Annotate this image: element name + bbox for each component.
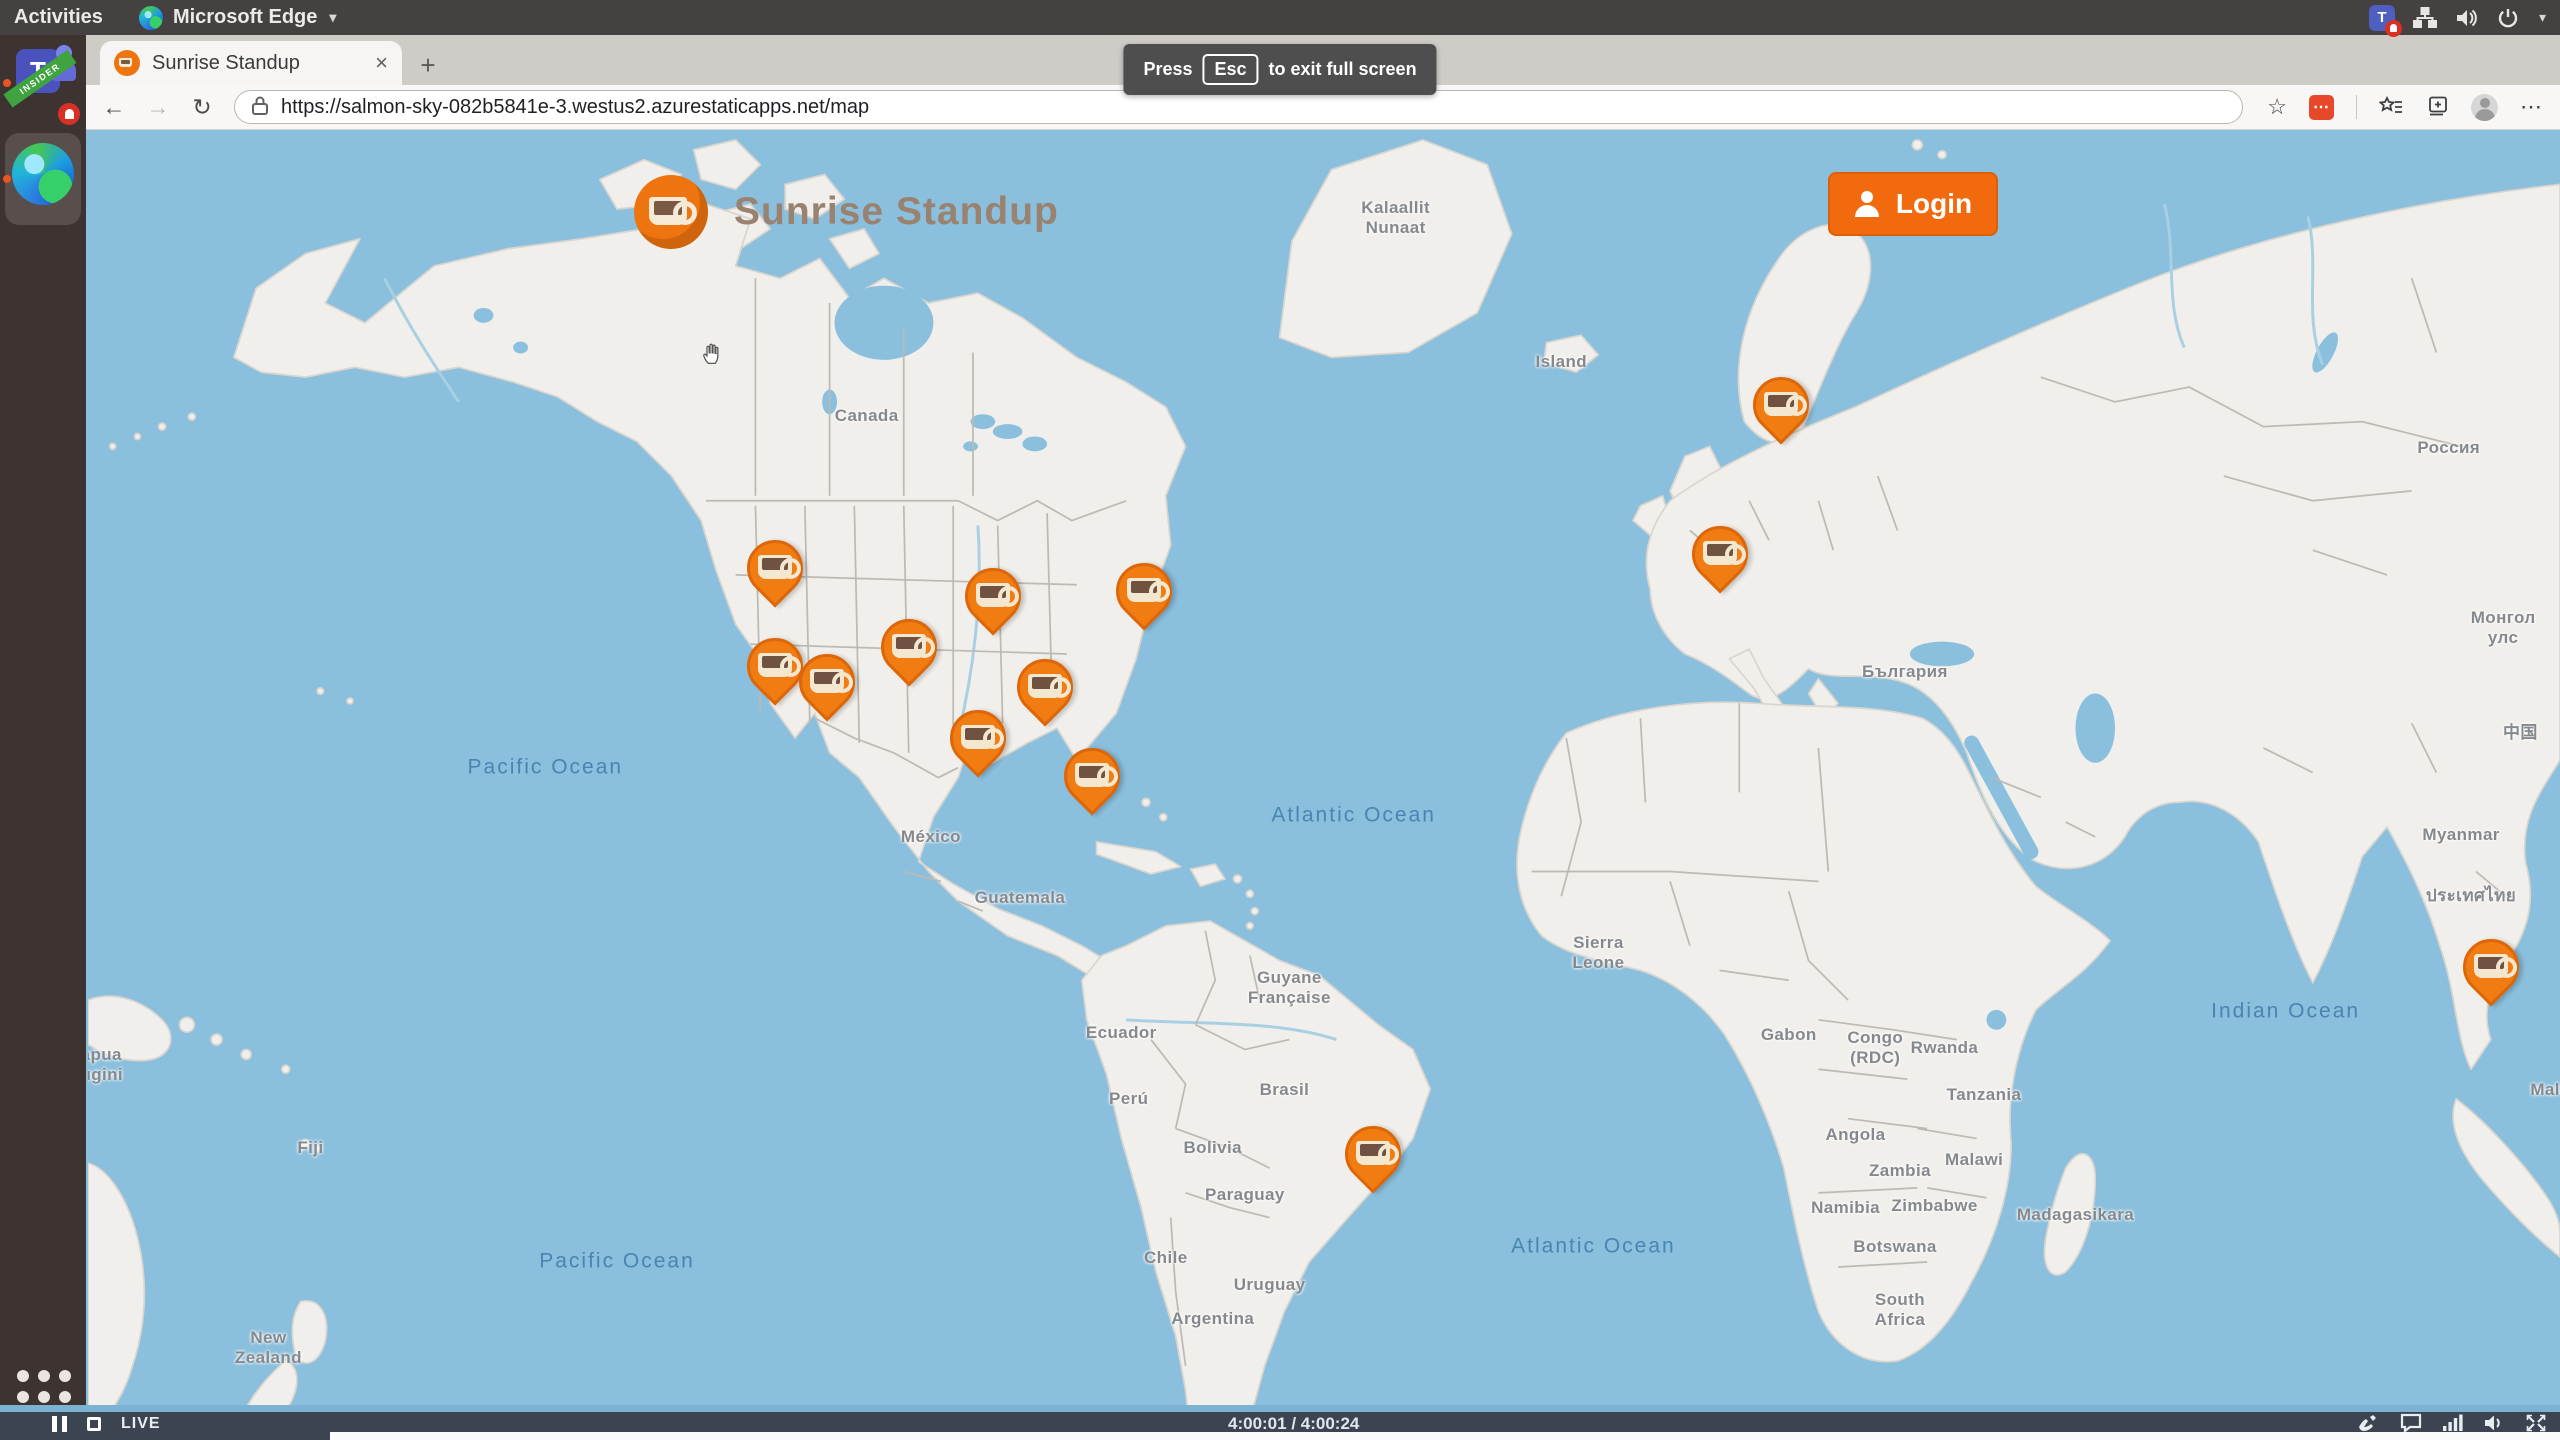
profile-avatar[interactable]: [2471, 93, 2498, 121]
power-icon[interactable]: [2497, 7, 2519, 29]
page-content: Pacific Ocean Pacific Ocean Atlantic Ocean…: [0, 130, 2560, 1440]
menu-icon[interactable]: ⋯: [2520, 94, 2542, 120]
forward-icon: →: [146, 93, 170, 120]
favorite-add-icon[interactable]: ☆: [2267, 94, 2287, 120]
stop-icon[interactable]: [87, 1417, 101, 1431]
coffee-cup-icon: [975, 583, 1019, 608]
site-favicon-icon: [114, 50, 140, 76]
toast-rest: to exit full screen: [1268, 59, 1417, 79]
coffee-cup-icon: [1702, 541, 1746, 566]
notification-bell-icon: [2384, 19, 2402, 37]
tray-caret-down-icon[interactable]: ▾: [2539, 9, 2546, 26]
browser-window: Sunrise Standup × + ← → ↻ https://salmon…: [0, 35, 2560, 1440]
favorites-list-icon[interactable]: [2379, 96, 2403, 118]
url-text[interactable]: https://salmon-sky-082b5841e-3.westus2.a…: [281, 96, 869, 119]
chat-icon[interactable]: [2400, 1413, 2422, 1433]
hand-cursor: [699, 338, 727, 373]
player-bar: LIVE 4:00:01 / 4:00:24: [0, 1412, 2560, 1440]
running-indicator: [3, 79, 11, 87]
coffee-cup-icon: [1356, 1141, 1400, 1166]
login-label: Login: [1895, 188, 1973, 219]
edge-icon: [12, 143, 74, 205]
address-bar[interactable]: https://salmon-sky-082b5841e-3.westus2.a…: [234, 90, 2244, 124]
toast-press: Press: [1143, 59, 1193, 79]
reload-icon[interactable]: ↻: [180, 94, 224, 121]
back-icon[interactable]: ←: [92, 94, 136, 121]
close-tab-icon[interactable]: ×: [375, 50, 388, 76]
player-volume-icon[interactable]: [2484, 1414, 2506, 1432]
coffee-cup-icon: [960, 724, 1004, 749]
site-logo[interactable]: Sunrise Standup: [634, 175, 1059, 249]
screen: Activities Microsoft Edge ▾ T ▾ Sunrise …: [0, 0, 2560, 1440]
coffee-cup-icon: [2473, 954, 2517, 979]
network-icon[interactable]: [2412, 6, 2437, 29]
quality-bars-icon[interactable]: [2442, 1414, 2464, 1432]
volume-icon[interactable]: [2455, 7, 2479, 29]
dock-item-edge[interactable]: [0, 131, 86, 227]
player-top-line: [0, 1405, 2560, 1412]
map-canvas[interactable]: Pacific Ocean Pacific Ocean Atlantic Ocean…: [88, 130, 2560, 1440]
teams-tray-icon[interactable]: T: [2368, 4, 2402, 37]
edge-icon: [138, 5, 163, 30]
coffee-cup-logo-icon: [634, 175, 708, 249]
extension-icon[interactable]: ⋯: [2309, 94, 2334, 120]
world-map: [88, 130, 2560, 1440]
dock-item-teams[interactable]: T INSIDER: [0, 35, 86, 131]
running-indicator: [3, 175, 11, 183]
new-tab-button[interactable]: +: [408, 45, 448, 85]
collections-icon[interactable]: [2425, 96, 2449, 118]
person-icon: [1854, 191, 1880, 217]
exit-fullscreen-icon[interactable]: [2526, 1414, 2546, 1432]
pause-icon[interactable]: [52, 1416, 67, 1432]
sign-language-icon[interactable]: [2356, 1413, 2380, 1433]
notification-bell-icon: [58, 103, 80, 125]
tab-title: Sunrise Standup: [152, 51, 300, 74]
coffee-cup-icon: [1764, 392, 1808, 417]
coffee-cup-icon: [1027, 673, 1071, 698]
desktop-topbar: Activities Microsoft Edge ▾ T ▾: [0, 0, 2560, 37]
esc-key: Esc: [1202, 54, 1259, 85]
coffee-cup-icon: [1126, 578, 1170, 603]
caret-down-icon: ▾: [329, 9, 337, 25]
fullscreen-toast: Press Esc to exit full screen: [1123, 44, 1437, 95]
player-progress-bar[interactable]: [330, 1432, 2560, 1440]
coffee-cup-icon: [758, 554, 802, 579]
brand-name: Sunrise Standup: [734, 190, 1059, 233]
app-menu-label: Microsoft Edge: [172, 6, 318, 28]
coffee-cup-icon: [758, 652, 802, 677]
browser-tab[interactable]: Sunrise Standup ×: [100, 41, 402, 85]
coffee-cup-icon: [1074, 762, 1118, 787]
login-button[interactable]: Login: [1828, 172, 1998, 236]
playback-time: 4:00:01 / 4:00:24: [1228, 1414, 1360, 1433]
activities-button[interactable]: Activities: [14, 6, 103, 29]
dock: T INSIDER: [0, 35, 86, 1440]
live-badge: LIVE: [121, 1415, 161, 1432]
toolbar-divider: [2356, 95, 2357, 119]
lock-icon: [251, 95, 269, 120]
coffee-cup-icon: [891, 634, 935, 659]
app-menu-button[interactable]: Microsoft Edge ▾: [138, 5, 337, 30]
coffee-cup-icon: [810, 668, 854, 693]
